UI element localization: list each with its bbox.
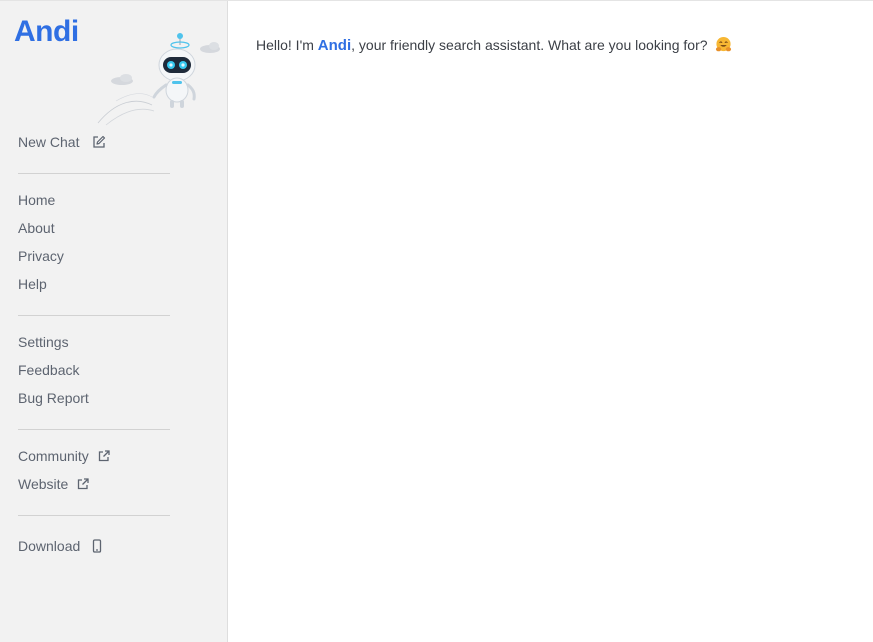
website-label: Website	[18, 476, 69, 492]
sidebar-item-privacy[interactable]: Privacy	[18, 246, 64, 266]
sidebar-divider	[18, 173, 170, 174]
external-link-icon	[98, 450, 110, 462]
greeting-prefix: Hello! I'm	[256, 37, 318, 53]
andi-logo[interactable]: Andi	[14, 14, 79, 50]
edit-icon	[93, 135, 106, 148]
sidebar-item-bug-report[interactable]: Bug Report	[18, 388, 89, 408]
sidebar-item-community[interactable]: Community	[18, 446, 111, 466]
download-label: Download	[18, 538, 81, 554]
community-label: Community	[18, 448, 89, 464]
sidebar-item-help[interactable]: Help	[18, 274, 47, 294]
sidebar-item-download[interactable]: Download	[18, 536, 104, 556]
sidebar-divider	[18, 429, 170, 430]
new-chat-label: New Chat	[18, 134, 80, 150]
greeting-brand-name: Andi	[317, 37, 352, 54]
sidebar-divider	[18, 515, 170, 516]
sidebar: Andi New Chat Home About Privacy Help Se…	[0, 1, 228, 642]
sidebar-item-feedback[interactable]: Feedback	[18, 360, 79, 380]
chat-panel: Hello! I'm Andi, your friendly search as…	[228, 1, 873, 642]
sidebar-item-about[interactable]: About	[18, 218, 55, 238]
greeting-suffix: , your friendly search assistant. What a…	[351, 37, 708, 53]
sidebar-item-home[interactable]: Home	[18, 190, 55, 210]
andi-robot-mascot-icon	[97, 33, 220, 126]
sidebar-item-settings[interactable]: Settings	[18, 332, 69, 352]
sidebar-item-website[interactable]: Website	[18, 474, 90, 494]
new-chat-button[interactable]: New Chat	[18, 132, 106, 152]
mobile-phone-icon	[93, 539, 102, 553]
sidebar-divider	[18, 315, 170, 316]
app-window: Andi New Chat Home About Privacy Help Se…	[0, 0, 873, 642]
external-link-icon	[78, 478, 89, 490]
hugging-face-emoji-icon	[716, 36, 732, 52]
greeting-message: Hello! I'm Andi, your friendly search as…	[256, 35, 732, 56]
